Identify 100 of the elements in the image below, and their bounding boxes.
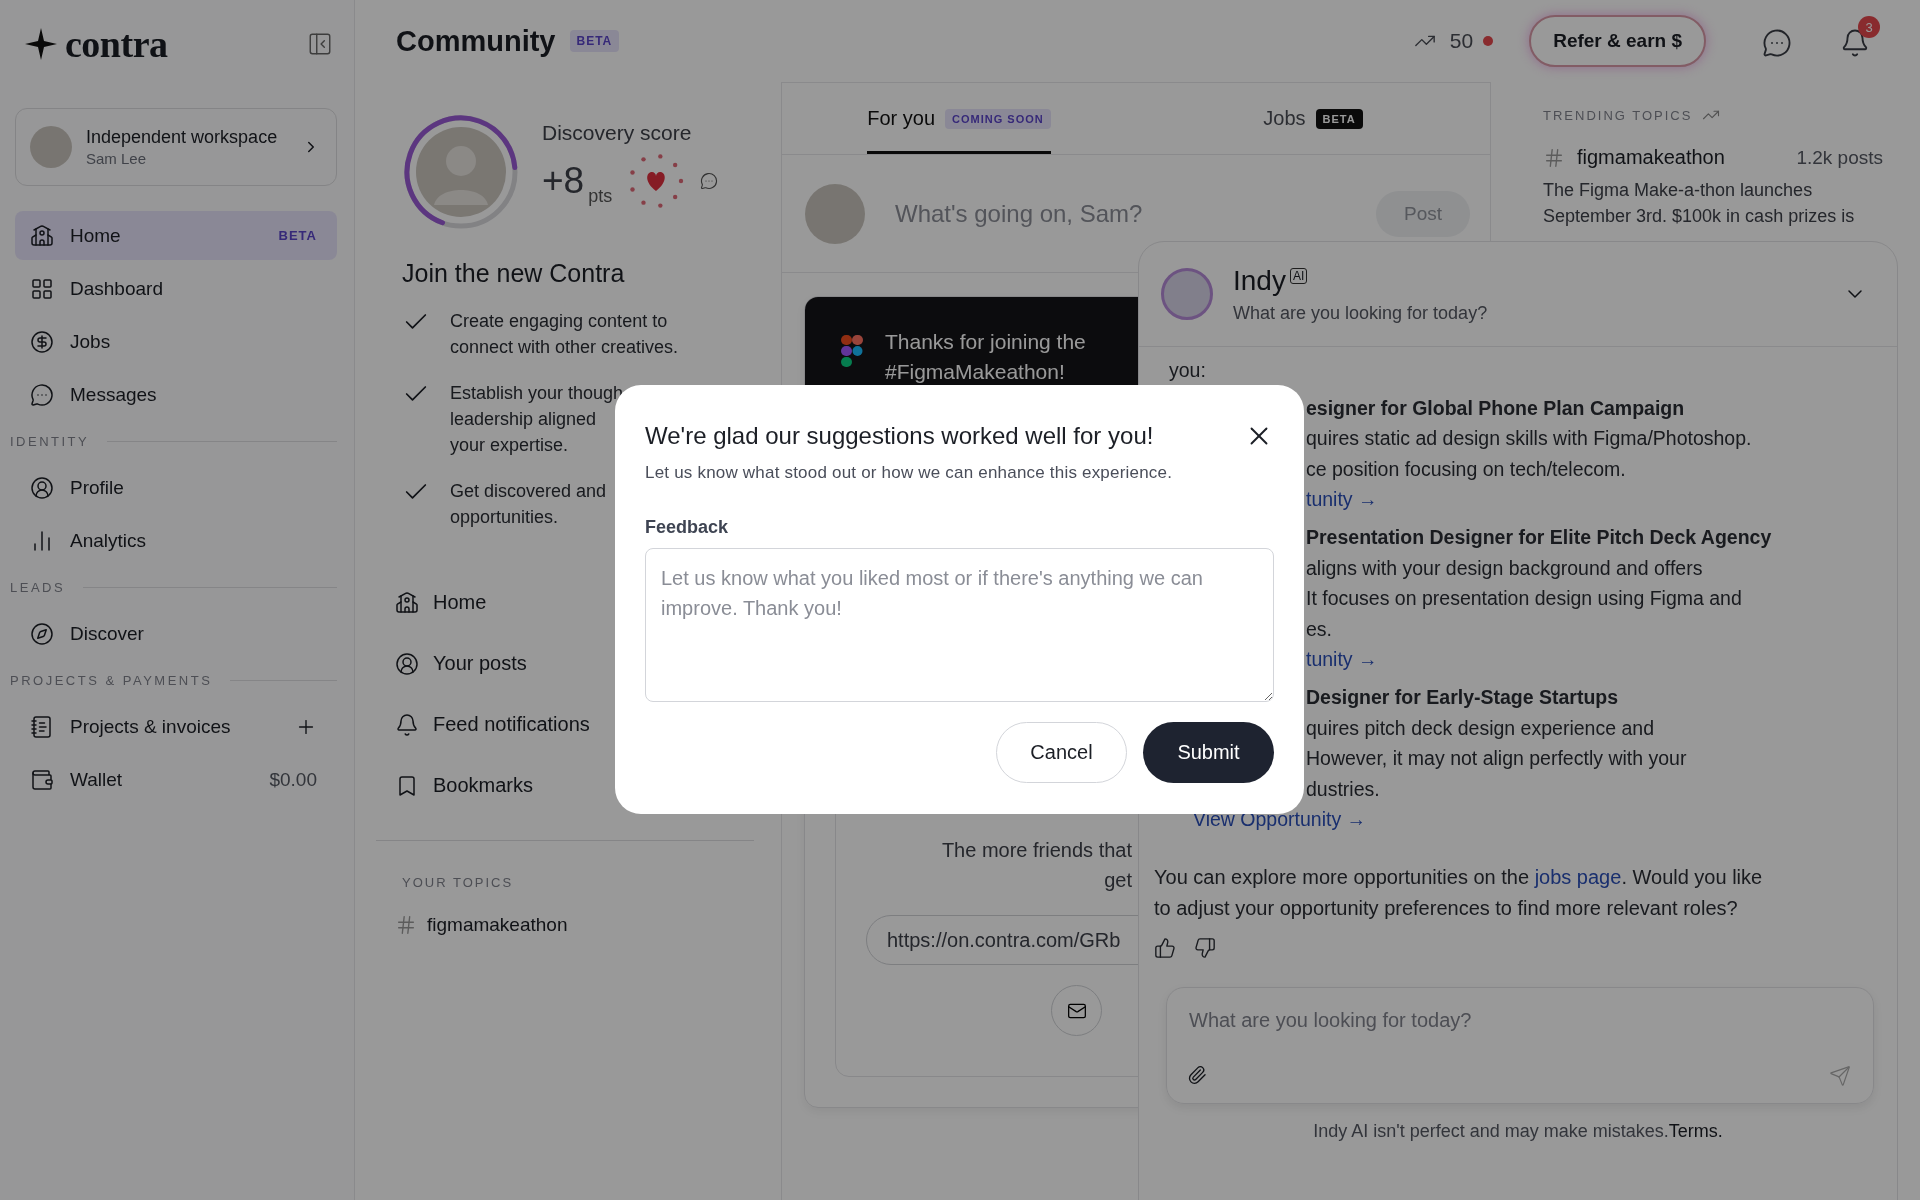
- page-title: Community: [396, 24, 556, 58]
- feed-tab[interactable]: For you COMING SOON: [867, 83, 1051, 154]
- feedback-field[interactable]: Let us know what you liked most or if there's anything we can improve. Thank you!: [645, 548, 1274, 702]
- beta-badge: BETA: [569, 30, 620, 52]
- collapse-sidebar-icon[interactable]: [307, 31, 333, 57]
- building-icon: [30, 223, 54, 248]
- star-logo-icon: [25, 28, 57, 60]
- assistant-subtitle: What are you looking for today?: [1233, 302, 1489, 324]
- sidebar-item[interactable]: Messages: [15, 370, 337, 419]
- field-label: Feedback: [645, 517, 730, 538]
- wallet-icon: [30, 767, 54, 792]
- hash-icon: [395, 914, 417, 936]
- community-nav-item[interactable]: Bookmarks: [395, 755, 741, 816]
- bell-icon: [395, 712, 419, 737]
- thumbs-down-button[interactable]: [1194, 937, 1216, 960]
- sidebar-item[interactable]: Analytics: [15, 516, 337, 565]
- job-title: esigner for Global Phone Plan Campaign: [1306, 395, 1686, 421]
- sidebar-item[interactable]: Projects & invoices: [15, 702, 337, 751]
- message-text: es.: [1306, 616, 1333, 642]
- thumbs-up-icon: [1154, 937, 1176, 960]
- message-text: quires pitch deck design experience and: [1306, 715, 1655, 741]
- message-input[interactable]: What are you looking for today?: [1187, 1008, 1851, 1034]
- topic-link[interactable]: figmamakeathon: [427, 914, 568, 936]
- opportunity-link[interactable]: tunity →: [1306, 644, 1867, 675]
- sidebar-item[interactable]: Profile: [15, 463, 337, 512]
- compass-icon: [30, 621, 54, 646]
- user-icon: [30, 475, 54, 500]
- score-unit: pts: [588, 186, 613, 207]
- paperclip-icon[interactable]: [1187, 1065, 1207, 1086]
- topic-link[interactable]: figmamakeathon: [1577, 146, 1785, 169]
- message-text: you:: [1169, 358, 1207, 383]
- avatar: [30, 126, 72, 168]
- job-title: Presentation Designer for Elite Pitch Deck Agency: [1306, 524, 1773, 550]
- promo-text: get: [1103, 868, 1132, 893]
- section-title: LEADS: [10, 579, 66, 595]
- message-text: However, it may not align perfectly with your: [1306, 746, 1688, 772]
- submit-button[interactable]: Submit: [1143, 722, 1274, 783]
- task-text: Create engaging content to: [450, 310, 669, 333]
- message-text: ce position focusing on tech/telecom.: [1306, 456, 1627, 482]
- opportunity-link[interactable]: tunity →: [1306, 484, 1867, 515]
- task-text: Get discovered and: [450, 480, 607, 503]
- dialog-subtitle: Let us know what stood out or how we can enhance this experience.: [645, 463, 1174, 483]
- chat-icon: [1762, 28, 1792, 58]
- task-text: Establish your though: [450, 382, 624, 405]
- ai-badge: AI: [1289, 267, 1308, 284]
- task-text: your expertise.: [450, 434, 570, 457]
- score-label: Discovery score: [542, 121, 693, 145]
- message-text: dustries.: [1306, 776, 1381, 802]
- message-text: quires static ad design skills with Figma/Photoshop.: [1306, 426, 1753, 452]
- message-text: aligns with your design background and offers: [1306, 555, 1704, 581]
- hash-icon: [1543, 146, 1565, 169]
- email-share-button[interactable]: [1051, 985, 1102, 1036]
- jobs-page-link[interactable]: jobs page: [1534, 865, 1622, 888]
- dialog-title: We're glad our suggestions worked well for you!: [645, 422, 1154, 450]
- sidebar-item[interactable]: Wallet $0.00: [15, 755, 337, 804]
- notebook-icon: [30, 714, 54, 739]
- figma-logo-icon: [841, 335, 863, 367]
- notification-count: 3: [1858, 16, 1880, 38]
- sidebar-item[interactable]: Dashboard: [15, 264, 337, 313]
- promo-text: The more friends that: [940, 838, 1132, 863]
- feed-tab[interactable]: Jobs BETA: [1263, 83, 1363, 154]
- grid-icon: [30, 276, 54, 301]
- section-heading: Join the new Contra: [402, 259, 626, 288]
- thumbs-up-button[interactable]: [1154, 937, 1176, 960]
- chat-icon: [30, 382, 54, 407]
- logo-text: contra: [65, 22, 168, 66]
- tab-badge: BETA: [1315, 108, 1363, 129]
- comment-icon: [700, 172, 719, 190]
- dollar-icon: [30, 329, 54, 354]
- job-title: Designer for Early-Stage Startups: [1306, 684, 1620, 710]
- section-title: IDENTITY: [10, 433, 90, 449]
- building-icon: [395, 590, 419, 615]
- sidebar-item[interactable]: Home BETA: [15, 211, 337, 260]
- section-title: PROJECTS & PAYMENTS: [10, 672, 213, 688]
- task-text: opportunities.: [450, 506, 560, 529]
- task-text: connect with other creatives.: [450, 336, 679, 359]
- assistant-avatar: [1161, 268, 1213, 320]
- promo-title: Thanks for joining the #FigmaMakeathon!: [885, 329, 1087, 385]
- thumbs-down-icon: [1194, 937, 1216, 960]
- sidebar-item[interactable]: Discover: [15, 609, 337, 658]
- workspace-switcher[interactable]: Independent workspace Sam Lee: [15, 108, 337, 186]
- trending-heading: TRENDING TOPICS: [1543, 107, 1693, 123]
- user-icon: [395, 651, 419, 676]
- tab-badge: COMING SOON: [945, 108, 1051, 129]
- task-text: leadership aligned: [450, 408, 598, 431]
- assistant-name: Indy: [1233, 264, 1286, 297]
- refer-button[interactable]: Refer & earn $: [1529, 15, 1706, 67]
- workspace-user: Sam Lee: [86, 150, 148, 167]
- status-dot: [1483, 36, 1494, 46]
- wallet-balance: $0.00: [269, 768, 317, 791]
- disclaimer-text: Indy AI isn't perfect and may make mistakes.Terms.: [1312, 1121, 1724, 1143]
- beta-label: BETA: [278, 228, 317, 243]
- topic-description: The Figma Make-a-thon launches September 3rd. $100k in cash prizes is: [1543, 179, 1856, 228]
- post-count: 1.2k posts: [1796, 146, 1883, 169]
- workspace-title: Independent workspace: [86, 127, 279, 148]
- cancel-button[interactable]: Cancel: [996, 722, 1127, 783]
- terms-link[interactable]: Terms.: [1668, 1121, 1723, 1142]
- message-text: It focuses on presentation design using Figma and: [1306, 586, 1743, 612]
- score-value: +8: [542, 160, 585, 202]
- sidebar-item[interactable]: Jobs: [15, 317, 337, 366]
